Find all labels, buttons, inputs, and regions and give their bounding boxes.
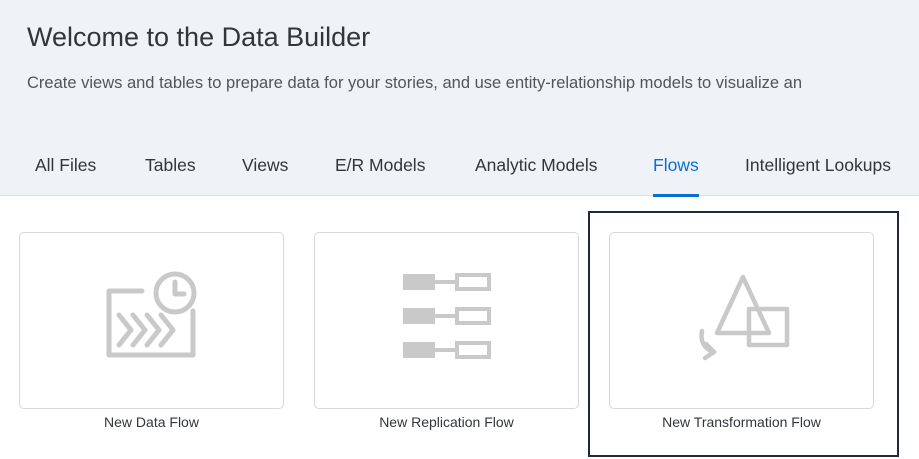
new-replication-flow-label: New Replication Flow — [379, 414, 514, 430]
page-title: Welcome to the Data Builder — [27, 22, 371, 52]
replication-flow-icon — [403, 273, 491, 359]
new-replication-flow-card[interactable] — [314, 232, 579, 409]
tab-tables[interactable]: Tables — [145, 146, 196, 196]
tab-all-files[interactable]: All Files — [35, 146, 96, 196]
new-data-flow-label: New Data Flow — [104, 414, 199, 430]
data-flow-icon — [106, 271, 197, 358]
tab-flows[interactable]: Flows — [653, 146, 699, 197]
tab-analytic-models[interactable]: Analytic Models — [475, 146, 598, 196]
page-subtitle: Create views and tables to prepare data … — [27, 74, 803, 92]
tab-intelligent-lookups[interactable]: Intelligent Lookups — [745, 146, 891, 196]
page-header: Welcome to the Data Builder Create views… — [0, 0, 919, 197]
new-transformation-flow-card[interactable] — [609, 232, 874, 409]
transformation-flow-icon — [699, 274, 790, 361]
new-data-flow-card[interactable] — [19, 232, 284, 409]
tab-views[interactable]: Views — [242, 146, 288, 196]
tab-er-models[interactable]: E/R Models — [335, 146, 425, 196]
new-transformation-flow-label: New Transformation Flow — [662, 414, 821, 430]
tab-bar: All Files Tables Views E/R Models Analyt… — [0, 146, 919, 197]
